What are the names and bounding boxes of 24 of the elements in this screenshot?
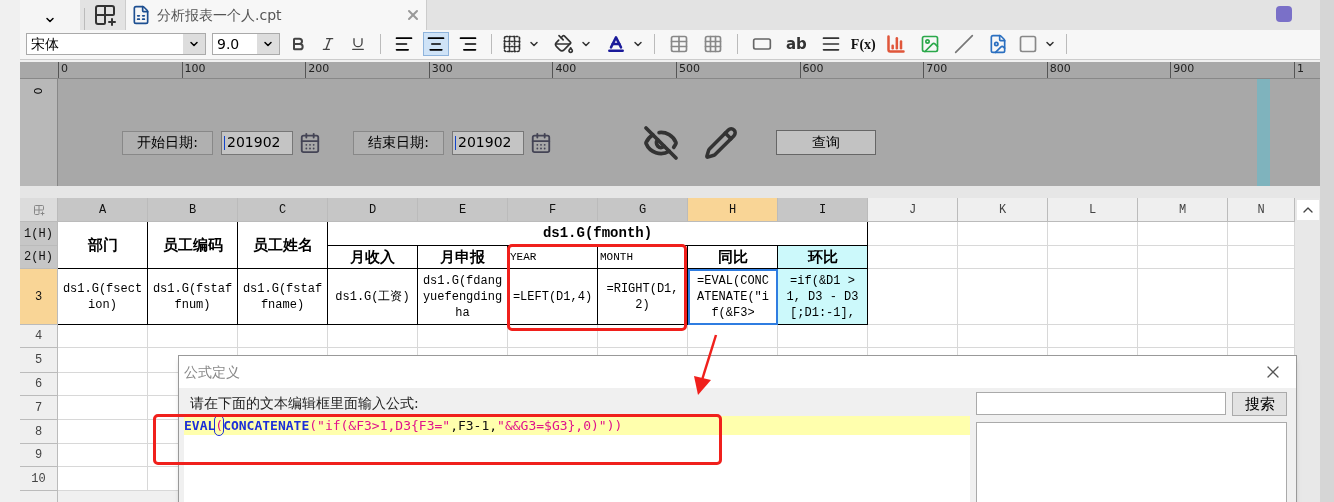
parameter-label: 开始日期: [122,130,213,155]
ruler-label: 100 [181,61,306,78]
prompt-text: 请在下面的文本编辑框里面输入公式: [189,394,420,413]
ruler-label: 0 [58,61,182,78]
ruler-label: 900 [1170,61,1294,78]
table-cell: 同比 [688,246,778,269]
table-cell: ds1.G(fmonth) [328,222,868,246]
tab-title: 分析报表一个人.cpt [157,5,282,25]
table-cell: 月收入 [328,246,418,269]
ruler-label: 600 [799,61,924,78]
ruler-label: 200 [305,61,429,78]
dialog-title: 公式定义 [184,362,240,382]
table-cell: 员工编码 [148,222,238,269]
ruler-label: 500 [675,61,800,78]
ruler-label: 300 [428,61,553,78]
ruler-label: 800 [1046,61,1171,78]
table-cell: 环比 [778,246,868,269]
ruler-label: 700 [923,61,1047,78]
table-cell: 部门 [58,222,148,269]
table-cell: 月申报 [418,246,508,269]
ruler-label: 400 [552,61,676,78]
parameter-label: 结束日期: [353,130,444,155]
ruler-label: 0 [32,87,45,95]
table-cell: 员工姓名 [238,222,328,269]
